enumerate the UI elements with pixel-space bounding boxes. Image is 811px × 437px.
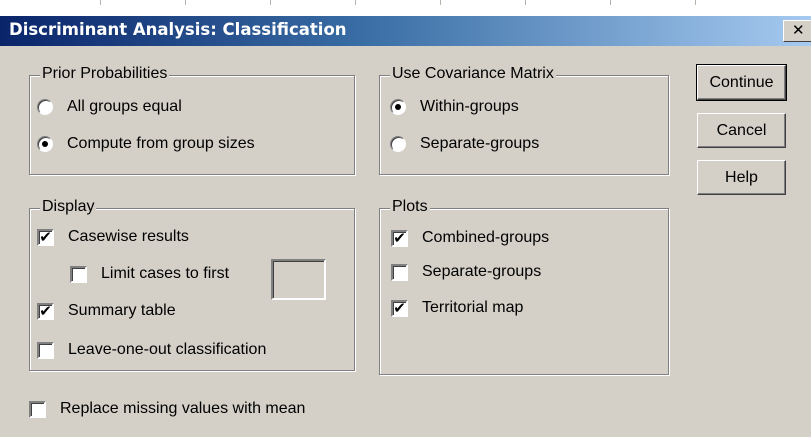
checkbox-checked[interactable]: ✔ bbox=[37, 303, 54, 320]
help-button[interactable]: Help bbox=[697, 160, 786, 195]
display-legend: Display bbox=[40, 198, 97, 216]
checkbox-label: Limit cases to first bbox=[101, 265, 230, 282]
checkbox-label: Separate-groups bbox=[422, 263, 542, 280]
radio-label: Compute from group sizes bbox=[67, 135, 255, 152]
radio-label: All groups equal bbox=[67, 98, 182, 115]
radio-button[interactable] bbox=[390, 136, 406, 152]
ruler-tick bbox=[440, 0, 441, 5]
checkbox-label: Replace missing values with mean bbox=[60, 400, 306, 417]
limit-cases-input[interactable] bbox=[271, 259, 326, 300]
checkbox-checked[interactable]: ✔ bbox=[37, 229, 54, 246]
continue-button[interactable]: Continue bbox=[696, 64, 787, 101]
radio-label: Separate-groups bbox=[420, 135, 540, 152]
ruler-tick bbox=[185, 0, 186, 5]
prior-probabilities-group: Prior Probabilities bbox=[29, 65, 355, 175]
ruler-tick bbox=[100, 0, 101, 5]
cancel-button[interactable]: Cancel bbox=[697, 113, 786, 148]
plots-legend: Plots bbox=[390, 198, 430, 216]
background-window-strip bbox=[0, 0, 811, 16]
close-button[interactable]: ✕ bbox=[783, 20, 811, 42]
checkbox-checked[interactable]: ✔ bbox=[391, 300, 408, 317]
ruler-tick bbox=[355, 0, 356, 5]
ruler-tick bbox=[270, 0, 271, 5]
radio-button-selected[interactable] bbox=[390, 99, 406, 115]
ruler-tick bbox=[525, 0, 526, 5]
checkbox-label: Leave-one-out classification bbox=[68, 341, 267, 358]
radio-dot-icon bbox=[395, 104, 401, 110]
covariance-matrix-legend: Use Covariance Matrix bbox=[390, 65, 556, 83]
dialog-title: Discriminant Analysis: Classification bbox=[9, 20, 347, 39]
ruler-tick bbox=[695, 0, 696, 5]
radio-dot-icon bbox=[42, 141, 48, 147]
checkbox-label: Casewise results bbox=[68, 228, 189, 245]
radio-button[interactable] bbox=[37, 99, 53, 115]
checkbox-label: Summary table bbox=[68, 302, 176, 319]
checkbox[interactable] bbox=[391, 264, 408, 281]
title-bar[interactable]: Discriminant Analysis: Classification ✕ bbox=[0, 16, 811, 46]
ruler-tick bbox=[610, 0, 611, 5]
covariance-matrix-group: Use Covariance Matrix bbox=[379, 65, 669, 175]
checkbox-checked[interactable]: ✔ bbox=[391, 230, 408, 247]
checkbox-label: Territorial map bbox=[422, 299, 524, 316]
radio-label: Within-groups bbox=[420, 98, 519, 115]
prior-probabilities-legend: Prior Probabilities bbox=[40, 65, 170, 83]
checkbox-label: Combined-groups bbox=[422, 229, 550, 246]
checkbox[interactable] bbox=[37, 342, 54, 359]
checkbox[interactable] bbox=[70, 266, 87, 283]
radio-button-selected[interactable] bbox=[37, 136, 53, 152]
checkbox[interactable] bbox=[29, 401, 46, 418]
close-icon: ✕ bbox=[792, 21, 805, 39]
